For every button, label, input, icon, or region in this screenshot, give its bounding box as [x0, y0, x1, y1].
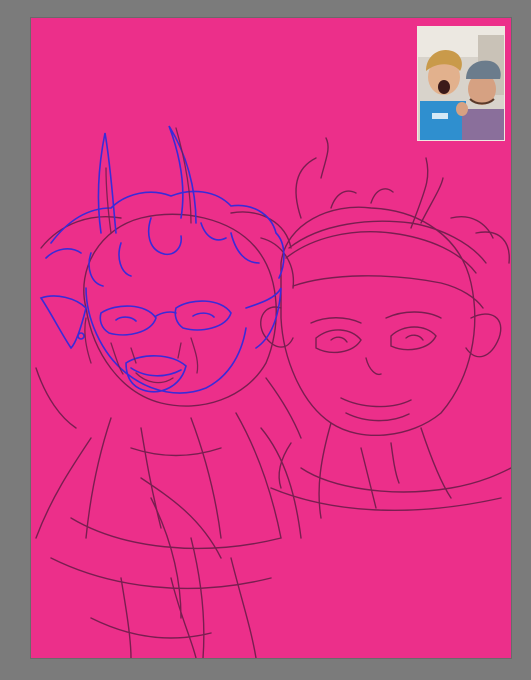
- video-call-preview[interactable]: [417, 26, 505, 141]
- left-figure-body-sketch: [35, 367, 302, 658]
- right-figure-sketch: [260, 137, 511, 519]
- left-figure-head-sketch: [40, 211, 295, 407]
- left-figure-ink: [39, 125, 285, 394]
- video-preview-image: [418, 27, 504, 140]
